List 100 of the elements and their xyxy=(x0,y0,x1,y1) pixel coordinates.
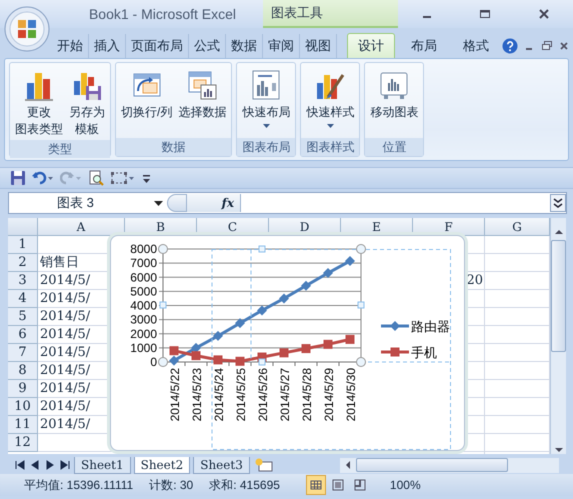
vertical-scrollbar[interactable] xyxy=(550,218,566,454)
last-sheet-icon[interactable] xyxy=(59,459,71,471)
x-axis-label: 2014/5/24 xyxy=(212,368,226,422)
data-point-marker xyxy=(257,305,267,316)
row-header[interactable]: 1 xyxy=(8,236,38,254)
previous-sheet-icon[interactable] xyxy=(29,459,41,471)
first-sheet-icon[interactable] xyxy=(14,459,26,471)
data-point-marker xyxy=(236,356,244,366)
sheet-tab[interactable]: Sheet3 xyxy=(193,456,250,474)
sheet-tab[interactable]: Sheet2 xyxy=(134,456,190,474)
sheet-tab[interactable]: Sheet1 xyxy=(74,456,131,474)
data-point-marker xyxy=(346,334,354,344)
scroll-up-icon[interactable] xyxy=(552,228,564,236)
close-icon[interactable] xyxy=(538,8,550,20)
group-label: 位置 xyxy=(365,138,424,156)
close-icon[interactable] xyxy=(558,40,570,52)
status-text: 计数: 30 xyxy=(149,476,194,494)
column-header[interactable]: A xyxy=(38,218,125,236)
data-point-marker xyxy=(170,346,178,356)
insert-sheet-icon[interactable] xyxy=(252,457,275,473)
quick-layout-icon xyxy=(250,69,282,101)
table-cell-text: 2014/5/ xyxy=(39,399,90,414)
ribbon-tab[interactable]: 格式 xyxy=(453,34,499,58)
legend-key xyxy=(381,348,409,356)
next-sheet-icon[interactable] xyxy=(44,459,56,471)
scroll-thumb[interactable] xyxy=(356,458,508,472)
y-axis-label: 6000 xyxy=(130,270,157,284)
row-header[interactable]: 7 xyxy=(8,344,38,362)
chart-area[interactable]: 0 1000 2000 3000 4000 5000 6000 7000 8000 2014/5/22 2014/5/23 2014/5/24 2014/5/25 2014/5/26 2014/5/27 2014/5/28 2014/5/29 2014/5/30 路由器 手机 xyxy=(110,235,465,451)
row-header[interactable]: 4 xyxy=(8,290,38,308)
select-objects-icon[interactable] xyxy=(110,170,136,186)
ribbon-button[interactable]: 选择数据 xyxy=(175,67,230,138)
row-header[interactable]: 2 xyxy=(8,254,38,272)
data-point-marker xyxy=(279,293,289,304)
row-header[interactable]: 12 xyxy=(8,434,38,452)
context-title: 图表工具 xyxy=(263,0,398,28)
restore-icon[interactable] xyxy=(540,40,553,52)
column-header[interactable]: G xyxy=(485,218,550,236)
select-data-icon xyxy=(186,69,218,101)
normal-view-icon[interactable] xyxy=(306,475,326,495)
ribbon-tab[interactable]: 布局 xyxy=(401,34,447,58)
table-cell-text: 2014/5/ xyxy=(39,291,90,306)
scroll-down-icon[interactable] xyxy=(552,446,564,454)
ribbon-button[interactable]: 快速布局 xyxy=(239,67,294,138)
status-text: 求和: 415695 xyxy=(209,476,280,494)
data-point-marker xyxy=(345,256,355,266)
table-cell-text: 2014/5/ xyxy=(39,345,90,360)
group-label: 类型 xyxy=(10,140,110,158)
scroll-thumb[interactable] xyxy=(551,240,566,352)
data-point-marker xyxy=(235,318,245,328)
y-axis-label: 4000 xyxy=(130,298,157,312)
x-axis-label: 2014/5/22 xyxy=(168,368,182,422)
data-point-marker xyxy=(191,342,201,353)
table-cell-text: 20 xyxy=(465,273,483,288)
data-point-marker xyxy=(301,280,311,291)
table-cell-text: 2014/5/ xyxy=(39,327,90,342)
y-axis-label: 1000 xyxy=(130,340,157,355)
data-point-marker xyxy=(169,356,179,366)
legend-label: 路由器 xyxy=(411,319,450,334)
status-text: 平均值: 15396.11111 xyxy=(24,476,134,494)
x-axis-label: 2014/5/27 xyxy=(278,368,292,422)
y-axis-label: 0 xyxy=(150,355,157,369)
table-cell-text: 2014/5/ xyxy=(39,381,90,396)
group-label: 图表样式 xyxy=(301,138,360,156)
ribbon-button[interactable]: 更改 图表类型 xyxy=(12,67,66,140)
row-header[interactable]: 8 xyxy=(8,362,38,380)
horizontal-scrollbar[interactable] xyxy=(340,458,559,472)
data-point-marker xyxy=(323,268,333,278)
row-header[interactable]: 6 xyxy=(8,326,38,344)
ribbon-button[interactable]: 切换行/列 xyxy=(118,67,176,138)
table-cell-text: 2014/5/ xyxy=(39,363,90,378)
ribbon-tab[interactable]: 设计 xyxy=(347,33,395,58)
save-icon[interactable] xyxy=(10,170,26,186)
undo-icon[interactable] xyxy=(32,170,54,186)
table-cell-text: 2014/5/ xyxy=(39,273,90,288)
print-preview-icon[interactable] xyxy=(88,170,104,186)
x-axis-label: 2014/5/28 xyxy=(300,368,314,422)
legend-key xyxy=(381,321,409,331)
ribbon-button[interactable]: 快速样式 xyxy=(303,67,358,138)
data-point-marker xyxy=(324,340,332,349)
help-icon[interactable] xyxy=(502,38,518,54)
ribbon-button[interactable]: 另存为 模板 xyxy=(66,67,108,140)
legend-label: 手机 xyxy=(411,345,437,360)
window-title: Book1 - Microsoft Excel xyxy=(88,6,238,22)
row-header[interactable]: 10 xyxy=(8,398,38,416)
row-header[interactable]: 9 xyxy=(8,380,38,398)
row-header[interactable]: 5 xyxy=(8,308,38,326)
x-axis-label: 2014/5/30 xyxy=(344,368,358,422)
row-header[interactable]: 3 xyxy=(8,272,38,290)
table-cell-text: 2014/5/ xyxy=(39,417,90,432)
scroll-left-icon[interactable] xyxy=(344,460,352,470)
group-label: 数据 xyxy=(116,138,232,156)
maximize-icon[interactable] xyxy=(479,8,492,20)
zoom-level[interactable]: 100% xyxy=(390,478,421,492)
x-axis-label: 2014/5/26 xyxy=(256,368,270,422)
x-axis-label: 2014/5/23 xyxy=(190,368,204,422)
row-header[interactable]: 11 xyxy=(8,416,38,434)
ribbon-button[interactable]: 移动图表 xyxy=(367,67,422,138)
y-axis-label: 5000 xyxy=(130,284,157,298)
x-axis-label: 2014/5/29 xyxy=(322,368,336,422)
